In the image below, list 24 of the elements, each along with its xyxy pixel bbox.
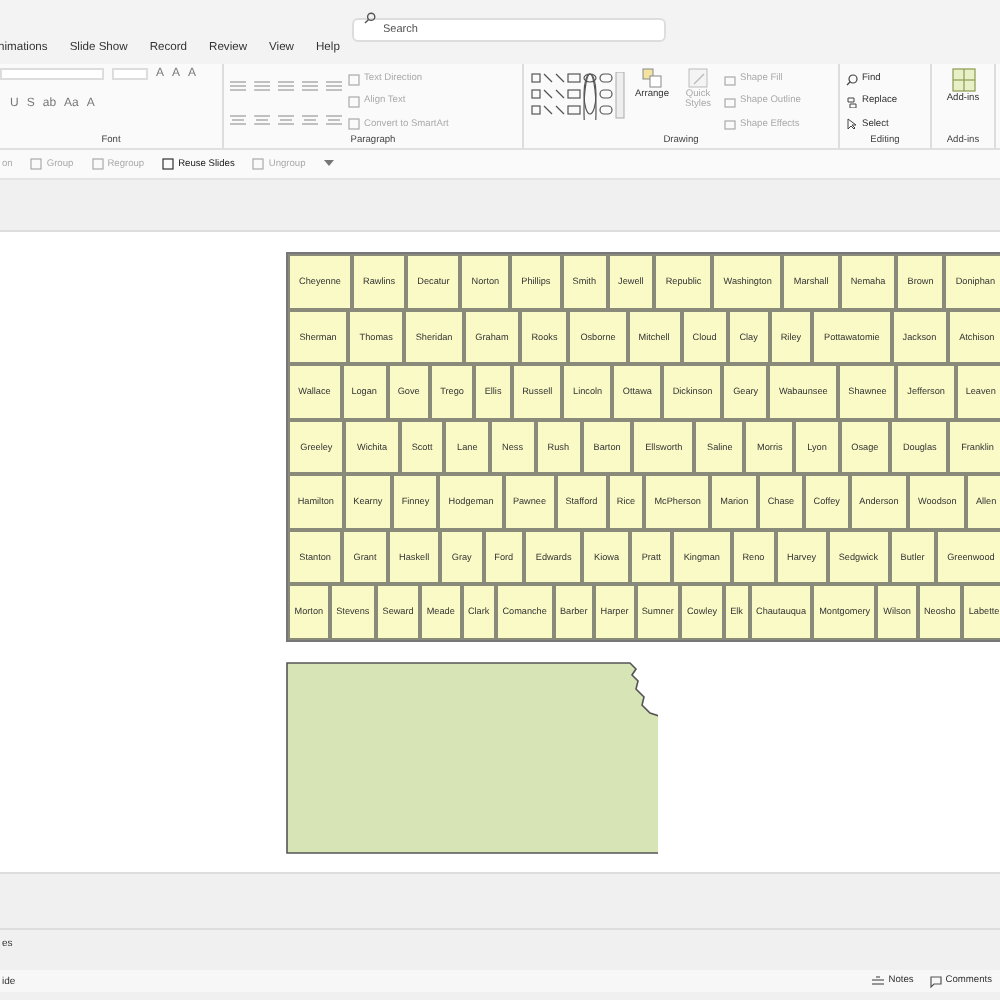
group-icon: [91, 158, 104, 170]
align-icon: [278, 113, 294, 125]
comment-icon: [929, 975, 942, 987]
caret-icon: [323, 160, 334, 168]
replace-icon: [846, 95, 858, 108]
search-icon: [846, 73, 858, 86]
cursor-icon: [846, 118, 858, 131]
align-icon: [254, 113, 270, 125]
group-icon: [30, 158, 43, 170]
list-icon: [254, 79, 270, 91]
align-icon: [326, 113, 342, 125]
list-icon: [326, 79, 342, 91]
group-icon: [252, 158, 265, 170]
list-icon: [302, 79, 318, 91]
align-icon: [230, 113, 246, 125]
list-icon: [278, 79, 294, 91]
grid-icon: [951, 68, 975, 92]
group-icon: [162, 158, 175, 170]
list-icon: [230, 79, 246, 91]
font-name-field[interactable]: [0, 68, 104, 80]
align-icon: [302, 113, 318, 125]
notes-icon: [872, 975, 885, 987]
shapes-gallery-drawing[interactable]: [530, 72, 626, 120]
font-size-field[interactable]: [112, 68, 148, 80]
